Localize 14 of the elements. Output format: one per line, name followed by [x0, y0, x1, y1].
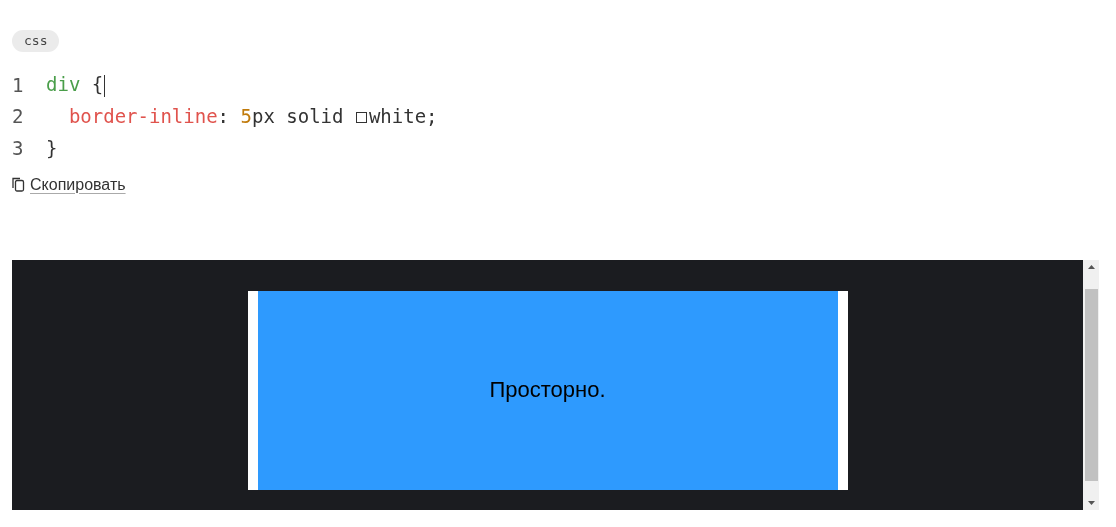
copy-icon [12, 177, 25, 192]
copy-link[interactable]: Скопировать [30, 175, 126, 194]
scroll-thumb[interactable] [1084, 288, 1098, 481]
scrollbar[interactable] [1083, 259, 1099, 510]
language-tag: css [12, 30, 60, 52]
code-line: } [46, 136, 58, 159]
code-line: div { [46, 73, 106, 97]
line-number: 3 [12, 136, 25, 159]
code-line: border-inline: 5px solid white; [67, 105, 438, 128]
line-number: 2 [12, 105, 25, 128]
box-text: Просторно. [489, 377, 606, 403]
scroll-down-icon[interactable] [1087, 500, 1095, 505]
scroll-up-icon[interactable] [1087, 264, 1095, 269]
line-number: 1 [12, 73, 25, 96]
